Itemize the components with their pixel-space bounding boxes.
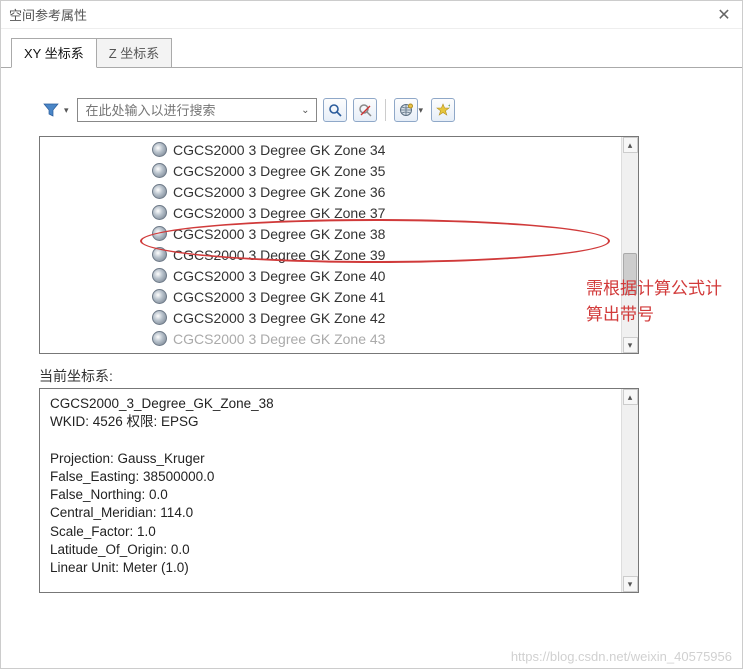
tab-z-crs[interactable]: Z 坐标系 [96,38,173,68]
scrollbar[interactable]: ▴ ▾ [621,389,638,592]
list-item[interactable]: CGCS2000 3 Degree GK Zone 35 [148,160,638,181]
globe-icon [152,268,167,283]
watermark: https://blog.csdn.net/weixin_40575956 [511,649,732,664]
crs-detail-box: CGCS2000_3_Degree_GK_Zone_38 WKID: 4526 … [39,388,639,593]
list-item-label: CGCS2000 3 Degree GK Zone 35 [173,163,385,179]
search-input[interactable] [84,102,300,119]
globe-icon [152,310,167,325]
list-item-label: CGCS2000 3 Degree GK Zone 41 [173,289,385,305]
list-item-label: CGCS2000 3 Degree GK Zone 43 [173,331,385,347]
list-item-label: CGCS2000 3 Degree GK Zone 40 [173,268,385,284]
list-item[interactable]: CGCS2000 3 Degree GK Zone 41 [148,286,638,307]
globe-icon [152,184,167,199]
search-toolbar: ▾ ⌄ ▾ + [39,98,718,122]
filter-icon [39,98,63,122]
search-go-icon [328,103,342,117]
chevron-down-icon: ▾ [418,105,426,116]
tab-panel-xy: ▾ ⌄ ▾ + CGCS2000 [1,67,742,603]
scroll-up-icon[interactable]: ▴ [623,389,638,405]
new-crs-button[interactable]: ▾ [394,98,426,122]
scroll-down-icon[interactable]: ▾ [623,576,638,592]
list-item-label: CGCS2000 3 Degree GK Zone 36 [173,184,385,200]
tab-bar: XY 坐标系 Z 坐标系 [1,29,742,67]
tab-xy-crs[interactable]: XY 坐标系 [11,38,97,68]
list-item-label: CGCS2000 3 Degree GK Zone 34 [173,142,385,158]
globe-icon [152,163,167,178]
new-crs-icon [394,98,418,122]
list-item-label: CGCS2000 3 Degree GK Zone 39 [173,247,385,263]
window-title: 空间参考属性 [9,5,87,24]
close-icon[interactable]: ✕ [714,5,734,25]
globe-icon [152,331,167,346]
list-item[interactable]: CGCS2000 3 Degree GK Zone 42 [148,307,638,328]
titlebar: 空间参考属性 ✕ [1,1,742,29]
favorite-button[interactable]: + [431,98,455,122]
scroll-up-icon[interactable]: ▴ [623,137,638,153]
list-item[interactable]: CGCS2000 3 Degree GK Zone 34 [148,139,638,160]
svg-text:+: + [448,103,450,110]
search-clear-button[interactable] [353,98,377,122]
list-item[interactable]: CGCS2000 3 Degree GK Zone 43 [148,328,638,349]
search-input-combo[interactable]: ⌄ [77,98,317,122]
list-item[interactable]: CGCS2000 3 Degree GK Zone 40 [148,265,638,286]
chevron-down-icon: ▾ [63,105,71,116]
globe-icon [152,226,167,241]
scroll-thumb[interactable] [623,253,637,295]
list-item[interactable]: CGCS2000 3 Degree GK Zone 38 [148,223,638,244]
current-crs-label: 当前坐标系: [39,366,718,386]
search-go-button[interactable] [323,98,347,122]
crs-detail-text: CGCS2000_3_Degree_GK_Zone_38 WKID: 4526 … [40,389,638,583]
globe-icon [152,247,167,262]
list-item-label: CGCS2000 3 Degree GK Zone 42 [173,310,385,326]
globe-icon [152,142,167,157]
scroll-down-icon[interactable]: ▾ [623,337,638,353]
scrollbar[interactable]: ▴ ▾ [621,137,638,353]
filter-button[interactable]: ▾ [39,98,71,122]
list-item[interactable]: CGCS2000 3 Degree GK Zone 36 [148,181,638,202]
toolbar-separator [385,99,386,121]
crs-list: CGCS2000 3 Degree GK Zone 34 CGCS2000 3 D… [39,136,639,354]
chevron-down-icon[interactable]: ⌄ [299,105,311,116]
favorite-icon: + [436,103,450,117]
list-item-label: CGCS2000 3 Degree GK Zone 38 [173,226,385,242]
search-clear-icon [358,103,372,117]
list-item-label: CGCS2000 3 Degree GK Zone 37 [173,205,385,221]
globe-icon [152,205,167,220]
globe-icon [152,289,167,304]
list-item[interactable]: CGCS2000 3 Degree GK Zone 39 [148,244,638,265]
spatial-reference-dialog: 空间参考属性 ✕ XY 坐标系 Z 坐标系 ▾ ⌄ [0,0,743,669]
list-item[interactable]: CGCS2000 3 Degree GK Zone 37 [148,202,638,223]
